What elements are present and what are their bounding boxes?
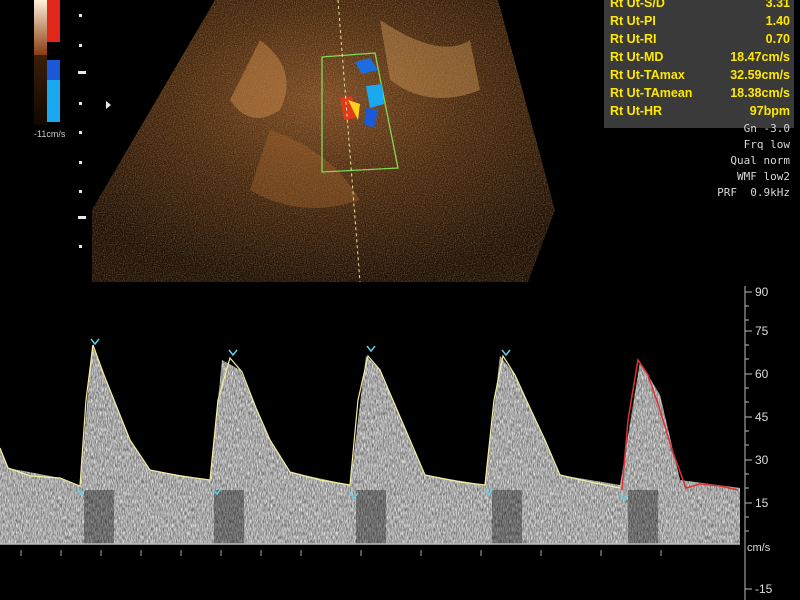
measurement-row-md[interactable]: Rt Ut-MD 18.47cm/s [610,48,790,66]
measurement-panel: Rt Ut-S/D 3.31 Rt Ut-PI 1.40 Rt Ut-RI 0.… [604,0,794,128]
axis-unit-label: cm/s [747,542,771,554]
focus-marker-icon [106,101,111,109]
measurement-row-sd[interactable]: Rt Ut-S/D 3.31 [610,0,790,12]
axis-tick-label: 15 [755,496,769,510]
measurement-label: Rt Ut-PI [610,14,656,28]
axis-tick-label: 45 [755,410,769,424]
axis-tick-label: 30 [755,453,769,467]
peak-marker-icon [90,338,100,346]
measurement-value: 97bpm [749,104,790,118]
measurement-label: Rt Ut-TAmax [610,68,685,82]
setting-prf: PRF 0.9kHz [717,186,790,199]
color-scale-bottom-label: -11cm/s [34,129,66,139]
measurement-row-tamean[interactable]: Rt Ut-TAmean 18.38cm/s [610,84,790,102]
baseline-ticks [20,550,662,556]
measurement-value: 32.59cm/s [730,68,790,82]
axis-tick-label: 90 [755,285,769,299]
measurement-value: 0.70 [765,32,790,46]
axis-tick-label: 60 [755,367,769,381]
color-scale-bar [34,0,60,125]
measurement-value: 18.47cm/s [730,50,790,64]
axis-tick-label: 75 [755,324,769,338]
peak-marker-icon [501,349,511,357]
b-mode-sector [92,0,555,282]
measurement-label: Rt Ut-TAmean [610,86,693,100]
measurement-row-tamax[interactable]: Rt Ut-TAmax 32.59cm/s [610,66,790,84]
measurement-label: Rt Ut-RI [610,32,657,46]
peak-marker-icon [366,345,376,353]
measurement-label: Rt Ut-MD [610,50,664,64]
spectral-doppler [0,345,740,544]
measurement-row-ri[interactable]: Rt Ut-RI 0.70 [610,30,790,48]
peak-marker-icon [228,349,238,357]
setting-quality: Qual norm [730,154,790,167]
setting-gain: Gn -3.0 [743,122,790,135]
measurement-row-pi[interactable]: Rt Ut-PI 1.40 [610,12,790,30]
measurement-label: Rt Ut-HR [610,104,663,118]
measurement-value: 18.38cm/s [730,86,790,100]
axis-tick-label: -15 [755,582,773,596]
measurement-row-hr[interactable]: Rt Ut-HR 97bpm [610,102,790,120]
measurement-value: 1.40 [765,14,790,28]
measurement-value: 3.31 [765,0,790,10]
setting-frequency: Frq low [743,138,790,151]
measurement-label: Rt Ut-S/D [610,0,665,10]
setting-wall-filter: WMF low2 [737,170,790,183]
